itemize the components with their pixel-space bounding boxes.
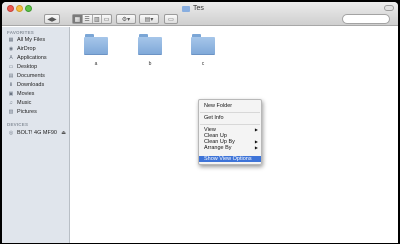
menu-item-label: New Folder: [204, 103, 233, 109]
sidebar-item-label: Pictures: [17, 108, 37, 115]
share-button[interactable]: ▭: [164, 14, 178, 24]
sidebar-item-movies[interactable]: ▣ Movies: [8, 89, 35, 98]
sidebar-item-pictures[interactable]: ▧ Pictures: [8, 107, 37, 116]
toolbar-toggle-button[interactable]: [384, 5, 394, 11]
applications-icon: A: [9, 54, 13, 61]
icon-view-button[interactable]: ▦: [73, 15, 83, 23]
sidebar: FAVORITES ▦ All My Files ◉ AirDrop A App…: [2, 27, 70, 243]
folder-item[interactable]: b: [132, 33, 168, 67]
sidebar-item-label: Music: [17, 99, 32, 106]
sidebar-item-all-my-files[interactable]: ▦ All My Files: [8, 35, 46, 44]
eject-icon[interactable]: ⏏: [61, 130, 66, 136]
movies-icon: ▣: [8, 90, 14, 97]
menu-item-get-info[interactable]: Get Info: [199, 115, 261, 121]
sidebar-item-label: All My Files: [17, 36, 46, 43]
downloads-icon: ⬇: [8, 81, 14, 88]
context-menu: New Folder Get Info View ▶ Clean Up Clea…: [198, 99, 262, 165]
finder-window: Tes ◀▶ ▦ ☰ ▥ ▭ ⚙▾ ▤▾ ▭ FAVORITES ▦ All M…: [2, 2, 398, 243]
arrange-menu-button[interactable]: ▤▾: [139, 14, 159, 24]
music-icon: ♫: [9, 99, 13, 106]
menu-item-label: Show View Options: [204, 156, 252, 162]
sidebar-item-label: Applications: [17, 54, 47, 61]
folder-icon: [182, 6, 190, 12]
sidebar-item-airdrop[interactable]: ◉ AirDrop: [8, 44, 36, 53]
documents-icon: ▤: [8, 72, 14, 79]
folder-icon: [84, 33, 108, 55]
menu-separator: [200, 124, 260, 125]
view-mode-segmented-control: ▦ ☰ ▥ ▭: [72, 14, 112, 24]
sidebar-item-label: Desktop: [17, 63, 38, 70]
menu-item-arrange-by[interactable]: Arrange By ▶: [199, 145, 261, 151]
desktop-icon: ▭: [8, 63, 14, 70]
submenu-arrow-icon: ▶: [254, 145, 258, 150]
sidebar-item-documents[interactable]: ▤ Documents: [8, 71, 45, 80]
column-view-button[interactable]: ▥: [93, 15, 103, 23]
pictures-icon: ▧: [8, 108, 14, 115]
all-files-icon: ▦: [8, 36, 14, 43]
menu-item-new-folder[interactable]: New Folder: [199, 103, 261, 109]
menu-item-label: Arrange By: [204, 145, 232, 151]
folder-name: a: [94, 61, 98, 67]
drive-icon: ◎: [8, 129, 14, 136]
menu-item-label: Get Info: [204, 115, 224, 121]
back-forward-button[interactable]: ◀▶: [44, 14, 60, 24]
search-input[interactable]: [342, 14, 390, 24]
folder-icon: [138, 33, 162, 55]
sidebar-item-device[interactable]: ◎ BOLT! 4G MF90 ⏏: [8, 128, 70, 137]
sidebar-item-label: Movies: [17, 90, 35, 97]
zoom-button[interactable]: [25, 5, 32, 12]
coverflow-view-button[interactable]: ▭: [102, 15, 111, 23]
sidebar-item-label: Documents: [17, 72, 45, 79]
sidebar-item-desktop[interactable]: ▭ Desktop: [8, 62, 38, 71]
close-button[interactable]: [7, 5, 14, 12]
minimize-button[interactable]: [16, 5, 23, 12]
list-view-button[interactable]: ☰: [83, 15, 93, 23]
sidebar-item-label: BOLT! 4G MF90: [17, 129, 57, 136]
title-bar[interactable]: Tes ◀▶ ▦ ☰ ▥ ▭ ⚙▾ ▤▾ ▭: [2, 2, 398, 26]
airdrop-icon: ◉: [8, 45, 14, 52]
sidebar-item-music[interactable]: ♫ Music: [8, 98, 31, 107]
sidebar-item-label: Downloads: [17, 81, 45, 88]
menu-item-show-view-options[interactable]: Show View Options: [199, 156, 261, 162]
folder-name: b: [148, 61, 152, 67]
folder-name: c: [201, 61, 205, 67]
folder-item[interactable]: c: [185, 33, 221, 67]
window-title-text: Tes: [193, 5, 204, 12]
sidebar-devices-header: DEVICES: [7, 122, 29, 127]
menu-separator: [200, 112, 260, 113]
sidebar-item-label: AirDrop: [17, 45, 36, 52]
action-menu-button[interactable]: ⚙▾: [116, 14, 136, 24]
sidebar-item-applications[interactable]: A Applications: [8, 53, 47, 62]
folder-item[interactable]: a: [78, 33, 114, 67]
sidebar-item-downloads[interactable]: ⬇ Downloads: [8, 80, 44, 89]
folder-icon: [191, 33, 215, 55]
window-title: Tes: [182, 4, 204, 14]
